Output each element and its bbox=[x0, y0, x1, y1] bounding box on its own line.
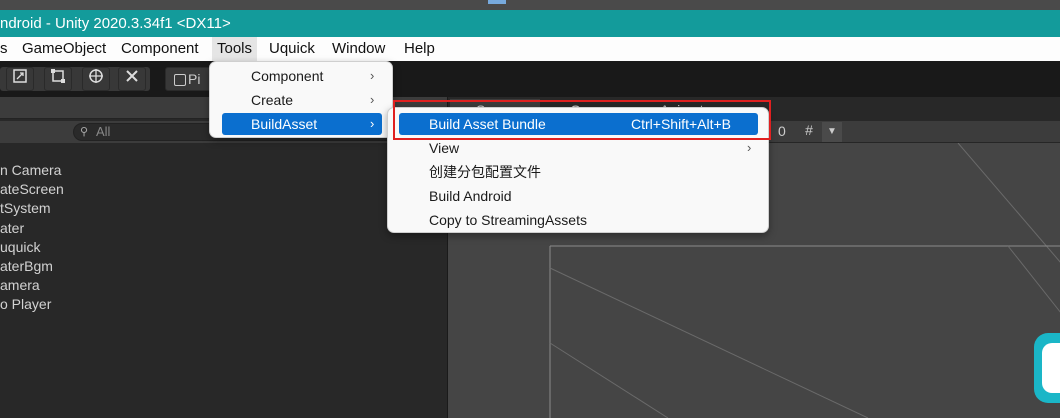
menu-tools[interactable]: Tools bbox=[212, 37, 258, 61]
hierarchy-item[interactable]: tSystem bbox=[0, 199, 447, 218]
rect-transform-icon bbox=[51, 69, 65, 83]
hierarchy-item[interactable]: n Camera bbox=[0, 161, 447, 180]
transform-tool-button[interactable] bbox=[82, 67, 110, 91]
window-title: ndroid - Unity 2020.3.34f1 <DX11> bbox=[0, 15, 231, 32]
chevron-down-icon[interactable]: ▼ bbox=[822, 122, 842, 142]
chevron-right-icon: › bbox=[747, 140, 752, 155]
menu-uquick[interactable]: Uquick bbox=[269, 37, 315, 61]
custom-tool-button[interactable] bbox=[118, 67, 146, 91]
menu-item-label: View bbox=[429, 140, 460, 156]
submenu-item-build-android[interactable]: Build Android bbox=[399, 185, 758, 207]
menu-component[interactable]: Component bbox=[121, 37, 199, 61]
annotation-highlight-box bbox=[393, 100, 771, 140]
gizmo-count: 0 bbox=[778, 123, 786, 139]
menu-item-label: Copy to StreamingAssets bbox=[429, 212, 587, 228]
hierarchy-item[interactable]: uquick bbox=[0, 238, 447, 257]
menu-help[interactable]: Help bbox=[404, 37, 435, 61]
submenu-item-view[interactable]: View › bbox=[399, 137, 758, 159]
crosshair-icon bbox=[89, 69, 103, 83]
search-icon: ⚲ bbox=[80, 126, 89, 138]
rect-tool-button[interactable] bbox=[6, 67, 34, 91]
tools-menu-item-component[interactable]: Component › bbox=[222, 65, 382, 87]
chevron-right-icon: › bbox=[370, 68, 375, 83]
chevron-right-icon: › bbox=[370, 92, 375, 107]
pivot-label: Pi bbox=[188, 71, 201, 87]
main-toolbar: Pi bbox=[0, 61, 1060, 97]
scale-tool-button[interactable] bbox=[44, 67, 72, 91]
menu-item-label: Component bbox=[251, 68, 324, 84]
desktop-strip bbox=[0, 0, 1060, 10]
expand-icon bbox=[13, 69, 27, 83]
menu-item-label: BuildAsset bbox=[251, 116, 318, 132]
tools-dropdown-menu: Component › Create › BuildAsset › bbox=[209, 61, 393, 138]
search-placeholder: All bbox=[96, 124, 111, 139]
gizmos-grid-icon[interactable]: # bbox=[798, 122, 820, 142]
chevron-right-icon: › bbox=[370, 116, 375, 131]
window-titlebar: ndroid - Unity 2020.3.34f1 <DX11> bbox=[0, 10, 1060, 37]
menu-item-label: Create bbox=[251, 92, 294, 108]
hierarchy-item[interactable]: ateScreen bbox=[0, 180, 447, 199]
hierarchy-list: n Camera ateScreen tSystem ater uquick a… bbox=[0, 161, 447, 315]
tools-menu-item-create[interactable]: Create › bbox=[222, 89, 382, 111]
tools-menu-item-buildasset[interactable]: BuildAsset › bbox=[222, 113, 382, 135]
hierarchy-item[interactable]: amera bbox=[0, 276, 447, 295]
menu-window[interactable]: Window bbox=[332, 37, 385, 61]
menu-item-label: Build Android bbox=[429, 188, 512, 204]
strip-indicator bbox=[488, 0, 506, 4]
hierarchy-panel: ⚲ All n Camera ateScreen tSystem ater uq… bbox=[0, 97, 447, 418]
menu-edit[interactable]: s bbox=[0, 37, 8, 61]
wrench-icon bbox=[126, 70, 138, 82]
menu-item-label: 创建分包配置文件 bbox=[429, 164, 541, 180]
pivot-icon bbox=[174, 74, 186, 87]
unity-logo-inner bbox=[1042, 343, 1060, 393]
hierarchy-item[interactable]: ater bbox=[0, 219, 447, 238]
hierarchy-item[interactable]: o Player bbox=[0, 295, 447, 314]
menu-gameobject[interactable]: GameObject bbox=[22, 37, 106, 61]
submenu-item-create-split-config[interactable]: 创建分包配置文件 bbox=[399, 161, 758, 183]
submenu-item-copy-streamingassets[interactable]: Copy to StreamingAssets bbox=[399, 209, 758, 231]
menu-bar: s GameObject Component Tools Uquick Wind… bbox=[0, 37, 1060, 61]
hierarchy-item[interactable]: aterBgm bbox=[0, 257, 447, 276]
